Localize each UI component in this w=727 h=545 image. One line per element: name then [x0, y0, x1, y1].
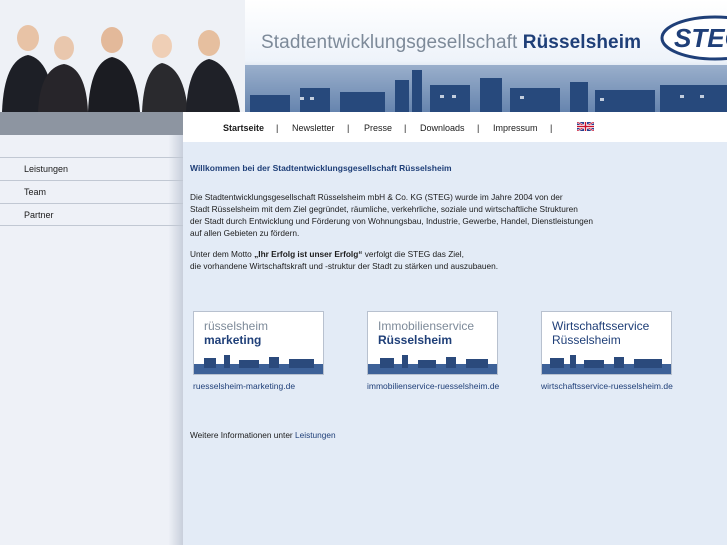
nav-separator: |: [276, 123, 279, 133]
logo-text: STEG: [674, 23, 727, 53]
nav-downloads[interactable]: Downloads: [420, 123, 465, 133]
nav-startseite[interactable]: Startseite: [223, 123, 264, 133]
partner-skyline-icon: [194, 355, 323, 374]
more-info-prefix: Weitere Informationen unter: [190, 430, 295, 440]
partner-subtitle: Rüsselsheim: [378, 333, 453, 347]
motto-line2: die vorhandene Wirtschaftskraft und -str…: [190, 261, 499, 271]
uk-flag-icon[interactable]: [577, 122, 594, 131]
main-content: Willkommen bei der Stadtentwicklungsgese…: [190, 162, 710, 281]
nav-separator: |: [347, 123, 350, 133]
sidebar-item-team[interactable]: Team: [0, 180, 183, 203]
partner-subtitle: Rüsselsheim: [552, 333, 621, 347]
nav-separator: |: [477, 123, 480, 133]
sidebar-item-partner[interactable]: Partner: [0, 203, 183, 226]
welcome-heading: Willkommen bei der Stadtentwicklungsgese…: [190, 163, 452, 173]
partner-skyline-icon: [368, 355, 497, 374]
nav-newsletter[interactable]: Newsletter: [292, 123, 335, 133]
motto-paragraph: Unter dem Motto „Ihr Erfolg ist unser Er…: [190, 248, 710, 272]
partner-link-marketing[interactable]: ruesselsheim-marketing.de: [193, 381, 295, 391]
nav-impressum[interactable]: Impressum: [493, 123, 538, 133]
nav-presse[interactable]: Presse: [364, 123, 392, 133]
partner-banner-marketing[interactable]: rüsselsheim marketing: [193, 311, 324, 375]
intro-paragraph: Die Stadtentwicklungsgesellschaft Rüssel…: [190, 191, 710, 239]
partner-link-immobilienservice[interactable]: immobilienservice-ruesselsheim.de: [367, 381, 499, 391]
nav-separator: |: [404, 123, 407, 133]
site-title: Stadtentwicklungsgesellschaft Rüsselshei…: [261, 32, 641, 54]
intro-line: auf allen Gebieten zu fördern.: [190, 228, 300, 238]
partner-link-wirtschaftsservice[interactable]: wirtschaftsservice-ruesselsheim.de: [541, 381, 673, 391]
partner-title: Wirtschaftsservice: [552, 319, 650, 333]
sidebar-item-leistungen[interactable]: Leistungen: [0, 157, 183, 180]
site-title-bold: Rüsselsheim: [522, 32, 642, 53]
steg-logo[interactable]: STEG: [660, 14, 727, 62]
intro-line: der Stadt durch Entwicklung und Förderun…: [190, 216, 593, 226]
partner-title: rüsselsheim: [204, 319, 269, 333]
motto-text: „Ihr Erfolg ist unser Erfolg“: [254, 249, 363, 259]
intro-line: Die Stadtentwicklungsgesellschaft Rüssel…: [190, 192, 563, 202]
intro-line: Stadt Rüsselsheim mit dem Ziel gegründet…: [190, 204, 578, 214]
sidebar-header-strip: [0, 112, 183, 135]
partner-title: Immobilienservice: [378, 319, 475, 333]
partner-banner-wirtschaftsservice[interactable]: Wirtschaftsservice Rüsselsheim: [541, 311, 672, 375]
more-info-text: Weitere Informationen unter Leistungen: [190, 430, 336, 440]
nav-separator: |: [550, 123, 553, 133]
motto-prefix: Unter dem Motto: [190, 249, 255, 259]
site-title-regular: Stadtentwicklungsgesellschaft: [261, 32, 518, 53]
partner-banner-immobilienservice[interactable]: Immobilienservice Rüsselsheim: [367, 311, 498, 375]
motto-suffix: verfolgt die STEG das Ziel,: [362, 249, 464, 259]
more-info-link[interactable]: Leistungen: [295, 430, 336, 440]
partner-skyline-icon: [542, 355, 671, 374]
partner-subtitle: marketing: [204, 333, 262, 347]
